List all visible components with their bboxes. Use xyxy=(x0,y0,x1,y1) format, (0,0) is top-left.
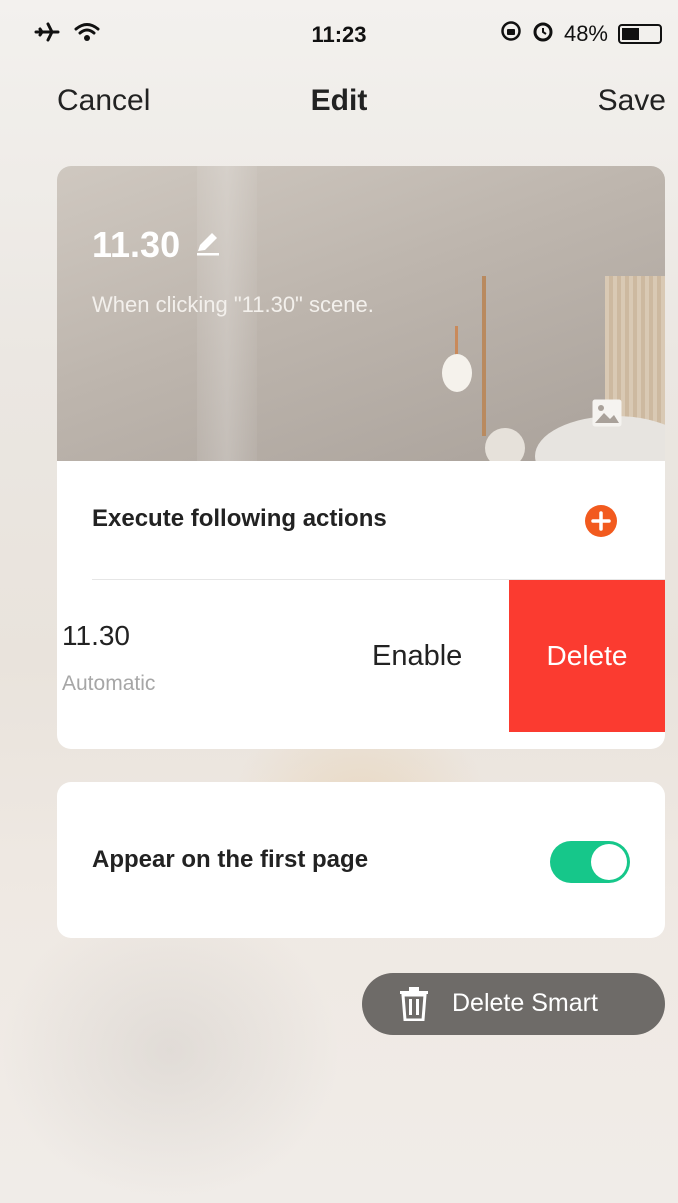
enable-button[interactable]: Enable xyxy=(372,640,462,673)
scene-title[interactable]: 11.30 xyxy=(92,224,222,266)
orientation-lock-icon xyxy=(500,20,522,48)
plus-icon xyxy=(591,511,611,531)
cover-lamp-stem xyxy=(482,276,486,436)
battery-fill xyxy=(622,28,640,40)
add-action-button[interactable] xyxy=(585,505,617,537)
cover-vase xyxy=(485,428,525,461)
delete-action-button[interactable]: Delete xyxy=(509,580,665,732)
scene-name: 11.30 xyxy=(92,224,181,265)
alarm-icon xyxy=(532,20,554,48)
execute-actions-label: Execute following actions xyxy=(92,505,387,532)
delete-action-label: Delete xyxy=(546,640,628,671)
cover-lamp-wire xyxy=(455,326,458,356)
battery-icon xyxy=(618,24,662,44)
execute-actions-header: Execute following actions xyxy=(57,461,665,579)
appear-first-page-label: Appear on the first page xyxy=(92,846,369,873)
cover-lamp-bulb xyxy=(442,354,472,392)
change-image-icon[interactable] xyxy=(592,399,622,432)
trash-icon xyxy=(398,987,430,1026)
pencil-edit-icon[interactable] xyxy=(194,224,222,266)
scene-description: When clicking "11.30" scene. xyxy=(92,292,374,317)
appear-first-page-toggle[interactable] xyxy=(550,841,630,883)
scene-cover-image[interactable]: 11.30 When clicking "11.30" scene. xyxy=(57,166,665,461)
appear-first-page-card: Appear on the first page xyxy=(57,782,665,938)
action-list-item[interactable]: 11.30 Automatic Enable Delete xyxy=(57,580,665,732)
save-button[interactable]: Save xyxy=(598,84,666,118)
delete-smart-button[interactable]: Delete Smart xyxy=(362,973,665,1035)
background-glow-2 xyxy=(0,900,340,1200)
scene-card: 11.30 When clicking "11.30" scene. Execu… xyxy=(57,166,665,749)
action-type: Automatic xyxy=(62,672,156,695)
toggle-knob xyxy=(591,844,627,880)
action-name: 11.30 xyxy=(62,620,130,651)
delete-smart-label: Delete Smart xyxy=(452,989,598,1017)
status-bar-right: 48% xyxy=(500,20,662,48)
battery-percent: 48% xyxy=(563,21,608,46)
status-bar: 11:23 48% xyxy=(0,0,678,64)
page-title: Edit xyxy=(310,84,368,117)
